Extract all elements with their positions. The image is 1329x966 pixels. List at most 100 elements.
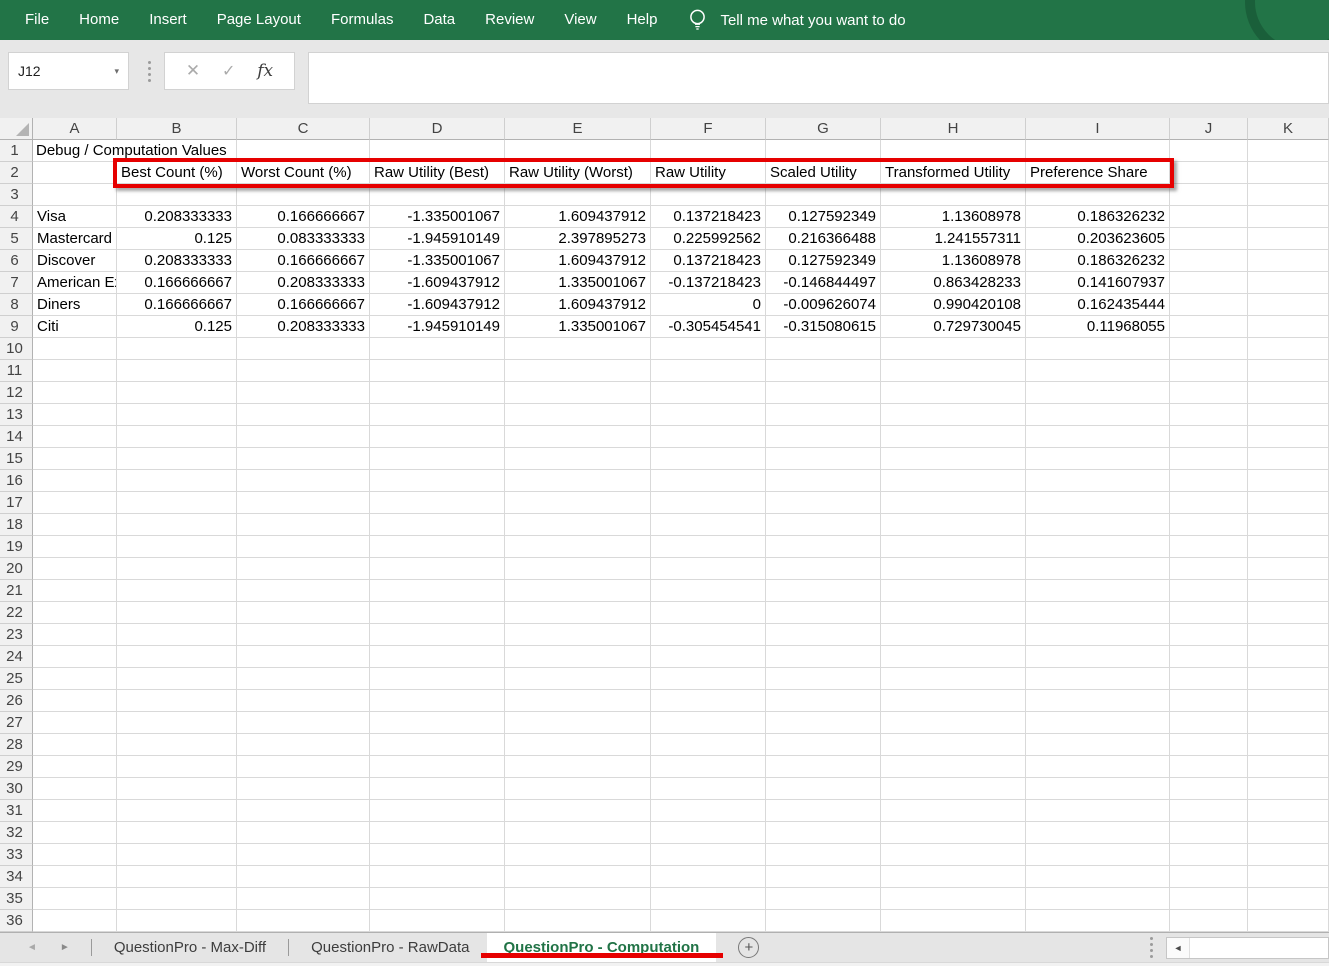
column-header-E[interactable]: E — [505, 118, 651, 140]
cell-C15[interactable] — [237, 448, 370, 470]
cell-F30[interactable] — [651, 778, 766, 800]
cell-A19[interactable] — [33, 536, 117, 558]
cell-A6[interactable]: Discover — [33, 250, 117, 272]
cell-D28[interactable] — [370, 734, 505, 756]
cell-A27[interactable] — [33, 712, 117, 734]
cell-G26[interactable] — [766, 690, 881, 712]
cell-I32[interactable] — [1026, 822, 1170, 844]
cell-C33[interactable] — [237, 844, 370, 866]
cell-D21[interactable] — [370, 580, 505, 602]
cell-F24[interactable] — [651, 646, 766, 668]
cell-E3[interactable] — [505, 184, 651, 206]
cell-D34[interactable] — [370, 866, 505, 888]
cell-H19[interactable] — [881, 536, 1026, 558]
cell-I8[interactable]: 0.162435444 — [1026, 294, 1170, 316]
cell-K36[interactable] — [1248, 910, 1329, 932]
sheet-tab-questionpro-computation[interactable]: QuestionPro - Computation — [487, 933, 717, 962]
column-header-F[interactable]: F — [651, 118, 766, 140]
cell-K22[interactable] — [1248, 602, 1329, 624]
cell-I16[interactable] — [1026, 470, 1170, 492]
menu-tab-help[interactable]: Help — [612, 0, 673, 40]
cell-I26[interactable] — [1026, 690, 1170, 712]
cell-H35[interactable] — [881, 888, 1026, 910]
cell-B20[interactable] — [117, 558, 237, 580]
cell-B6[interactable]: 0.208333333 — [117, 250, 237, 272]
cell-B33[interactable] — [117, 844, 237, 866]
cell-H24[interactable] — [881, 646, 1026, 668]
cell-A17[interactable] — [33, 492, 117, 514]
cell-F1[interactable] — [651, 140, 766, 162]
cell-E21[interactable] — [505, 580, 651, 602]
cell-B32[interactable] — [117, 822, 237, 844]
row-header-4[interactable]: 4 — [0, 206, 33, 228]
cell-A22[interactable] — [33, 602, 117, 624]
row-header-23[interactable]: 23 — [0, 624, 33, 646]
cell-H12[interactable] — [881, 382, 1026, 404]
row-header-21[interactable]: 21 — [0, 580, 33, 602]
cell-K9[interactable] — [1248, 316, 1329, 338]
menu-tab-data[interactable]: Data — [408, 0, 470, 40]
cell-F5[interactable]: 0.225992562 — [651, 228, 766, 250]
cell-J6[interactable] — [1170, 250, 1248, 272]
cell-E17[interactable] — [505, 492, 651, 514]
row-header-25[interactable]: 25 — [0, 668, 33, 690]
cell-E10[interactable] — [505, 338, 651, 360]
cell-E35[interactable] — [505, 888, 651, 910]
cell-F23[interactable] — [651, 624, 766, 646]
cell-A3[interactable] — [33, 184, 117, 206]
cell-E30[interactable] — [505, 778, 651, 800]
cell-K3[interactable] — [1248, 184, 1329, 206]
cell-F28[interactable] — [651, 734, 766, 756]
cell-D25[interactable] — [370, 668, 505, 690]
cell-H21[interactable] — [881, 580, 1026, 602]
cell-F13[interactable] — [651, 404, 766, 426]
commit-icon[interactable]: ✓ — [222, 61, 235, 81]
cell-F19[interactable] — [651, 536, 766, 558]
cell-B31[interactable] — [117, 800, 237, 822]
cell-C34[interactable] — [237, 866, 370, 888]
cell-C14[interactable] — [237, 426, 370, 448]
cell-D31[interactable] — [370, 800, 505, 822]
cell-A2[interactable] — [33, 162, 117, 184]
cell-J17[interactable] — [1170, 492, 1248, 514]
cell-C2[interactable]: Worst Count (%) — [237, 162, 370, 184]
cell-D30[interactable] — [370, 778, 505, 800]
cell-J9[interactable] — [1170, 316, 1248, 338]
cell-H3[interactable] — [881, 184, 1026, 206]
cell-D10[interactable] — [370, 338, 505, 360]
cell-H4[interactable]: 1.13608978 — [881, 206, 1026, 228]
cell-G16[interactable] — [766, 470, 881, 492]
cell-F14[interactable] — [651, 426, 766, 448]
name-box-dropdown-icon[interactable]: ▾ — [114, 66, 119, 77]
cell-B25[interactable] — [117, 668, 237, 690]
cell-I31[interactable] — [1026, 800, 1170, 822]
cell-F18[interactable] — [651, 514, 766, 536]
cell-E13[interactable] — [505, 404, 651, 426]
cell-I36[interactable] — [1026, 910, 1170, 932]
cell-I18[interactable] — [1026, 514, 1170, 536]
cell-E11[interactable] — [505, 360, 651, 382]
cell-B27[interactable] — [117, 712, 237, 734]
cell-D27[interactable] — [370, 712, 505, 734]
cell-C35[interactable] — [237, 888, 370, 910]
cell-K34[interactable] — [1248, 866, 1329, 888]
column-header-I[interactable]: I — [1026, 118, 1170, 140]
cell-B30[interactable] — [117, 778, 237, 800]
cell-F15[interactable] — [651, 448, 766, 470]
cell-A32[interactable] — [33, 822, 117, 844]
row-header-18[interactable]: 18 — [0, 514, 33, 536]
formula-input[interactable] — [308, 52, 1329, 104]
cell-C20[interactable] — [237, 558, 370, 580]
cell-A15[interactable] — [33, 448, 117, 470]
cell-H10[interactable] — [881, 338, 1026, 360]
menu-tab-view[interactable]: View — [549, 0, 611, 40]
cell-F36[interactable] — [651, 910, 766, 932]
cell-G13[interactable] — [766, 404, 881, 426]
cell-B7[interactable]: 0.166666667 — [117, 272, 237, 294]
row-header-17[interactable]: 17 — [0, 492, 33, 514]
row-header-36[interactable]: 36 — [0, 910, 33, 932]
cell-I23[interactable] — [1026, 624, 1170, 646]
cell-C6[interactable]: 0.166666667 — [237, 250, 370, 272]
cell-E4[interactable]: 1.609437912 — [505, 206, 651, 228]
cell-K23[interactable] — [1248, 624, 1329, 646]
